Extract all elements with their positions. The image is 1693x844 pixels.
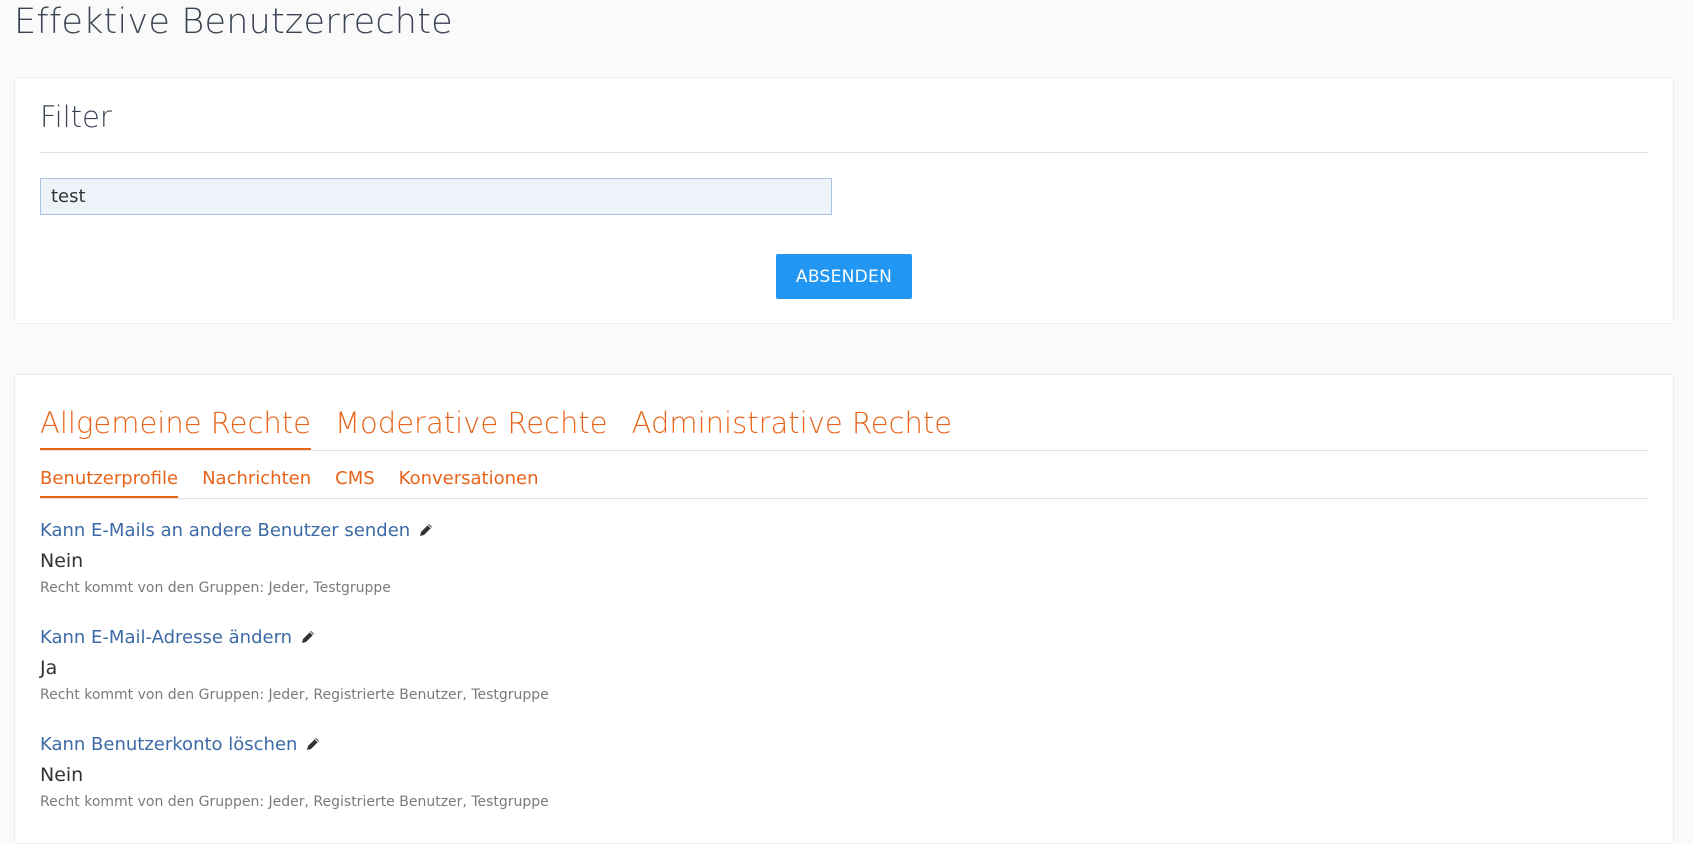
permission-value: Ja: [40, 657, 58, 679]
permission-value: Nein: [40, 550, 84, 572]
permission-source: Recht kommt von den Gruppen: Jeder, Regi…: [40, 687, 549, 703]
subtab-conversations[interactable]: Konversationen: [399, 467, 539, 498]
permission-source: Recht kommt von den Gruppen: Jeder, Test…: [40, 580, 391, 596]
permission-item: Kann E-Mails an andere Benutzer senden N…: [40, 517, 434, 599]
subtab-cms[interactable]: CMS: [335, 467, 375, 498]
permission-title[interactable]: Kann E-Mails an andere Benutzer senden: [40, 520, 410, 541]
pencil-icon[interactable]: [305, 736, 321, 752]
permission-value: Nein: [40, 764, 84, 786]
sub-tabs: Benutzerprofile Nachrichten CMS Konversa…: [40, 467, 1648, 499]
rights-panel: Allgemeine Rechte Moderative Rechte Admi…: [14, 374, 1674, 844]
filter-panel: Filter ABSENDEN: [14, 77, 1674, 324]
tab-administrative-rights[interactable]: Administrative Rechte: [632, 405, 953, 450]
permission-source: Recht kommt von den Gruppen: Jeder, Regi…: [40, 794, 549, 810]
tab-general-rights[interactable]: Allgemeine Rechte: [40, 405, 312, 450]
permission-item: Kann E-Mail-Adresse ändern Ja Recht komm…: [40, 624, 549, 706]
permission-title[interactable]: Kann Benutzerkonto löschen: [40, 734, 297, 755]
filter-title: Filter: [40, 100, 112, 134]
submit-button[interactable]: ABSENDEN: [776, 254, 912, 299]
permission-item: Kann Benutzerkonto löschen Nein Recht ko…: [40, 731, 549, 813]
subtab-user-profiles[interactable]: Benutzerprofile: [40, 467, 179, 498]
filter-divider: [40, 152, 1648, 153]
page-title: Effektive Benutzerrechte: [14, 2, 453, 42]
permission-title[interactable]: Kann E-Mail-Adresse ändern: [40, 627, 292, 648]
pencil-icon[interactable]: [300, 629, 316, 645]
main-tabs: Allgemeine Rechte Moderative Rechte Admi…: [40, 405, 1648, 451]
filter-input[interactable]: [40, 178, 832, 215]
permission-title-row: Kann E-Mails an andere Benutzer senden: [40, 517, 434, 543]
pencil-icon[interactable]: [418, 522, 434, 538]
tab-moderative-rights[interactable]: Moderative Rechte: [335, 405, 608, 450]
permission-title-row: Kann E-Mail-Adresse ändern: [40, 624, 549, 650]
permission-title-row: Kann Benutzerkonto löschen: [40, 731, 549, 757]
subtab-messages[interactable]: Nachrichten: [202, 467, 311, 498]
